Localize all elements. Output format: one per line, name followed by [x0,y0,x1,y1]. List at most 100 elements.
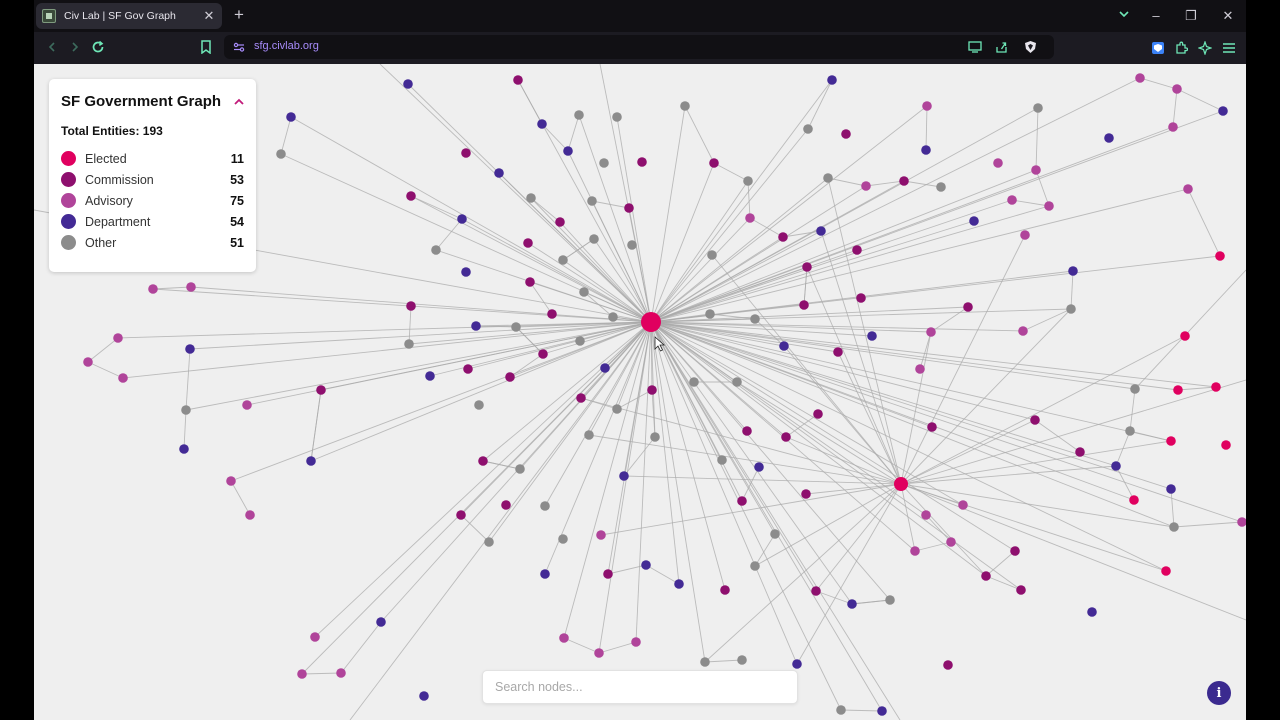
restore-button[interactable]: ❐ [1182,7,1200,25]
graph-node-elected[interactable] [1166,436,1176,446]
graph-node-commission[interactable] [811,586,821,596]
graph-node-other[interactable] [936,182,946,192]
graph-node-other[interactable] [484,537,494,547]
graph-node-commission[interactable] [406,191,416,201]
graph-node-department[interactable] [540,569,550,579]
graph-node-other[interactable] [1125,426,1135,436]
graph-node-department[interactable] [403,79,413,89]
graph-node-advisory[interactable] [1044,201,1054,211]
graph-node-department[interactable] [461,267,471,277]
graph-node-department[interactable] [619,471,629,481]
graph-node-advisory[interactable] [245,510,255,520]
graph-node-advisory[interactable] [1018,326,1028,336]
graph-node-advisory[interactable] [958,500,968,510]
graph-node-advisory[interactable] [993,158,1003,168]
graph-node-department[interactable] [425,371,435,381]
graph-node-other[interactable] [737,655,747,665]
graph-node-department[interactable] [179,444,189,454]
graph-node-advisory[interactable] [946,537,956,547]
graph-node-advisory[interactable] [1135,73,1145,83]
graph-node-other[interactable] [599,158,609,168]
graph-node-commission[interactable] [742,426,752,436]
graph-node-other[interactable] [474,400,484,410]
graph-node-other[interactable] [1033,103,1043,113]
extensions-icon[interactable] [1173,40,1189,56]
graph-node-other[interactable] [574,110,584,120]
graph-node-elected[interactable] [1180,331,1190,341]
graph-node-commission[interactable] [538,349,548,359]
graph-node-advisory[interactable] [922,101,932,111]
graph-node-commission[interactable] [943,660,953,670]
graph-node-commission[interactable] [406,301,416,311]
graph-node-elected[interactable] [1215,251,1225,261]
graph-node-department[interactable] [376,617,386,627]
graph-node-other[interactable] [743,176,753,186]
graph-node-department[interactable] [754,462,764,472]
graph-node-advisory[interactable] [559,633,569,643]
graph-node-elected[interactable] [894,477,908,491]
graph-node-advisory[interactable] [113,333,123,343]
graph-node-other[interactable] [276,149,286,159]
graph-node-other[interactable] [612,112,622,122]
graph-node-advisory[interactable] [83,357,93,367]
leo-ai-icon[interactable] [1197,40,1213,56]
graph-node-other[interactable] [575,336,585,346]
graph-node-commission[interactable] [525,277,535,287]
graph-node-advisory[interactable] [910,546,920,556]
graph-node-other[interactable] [558,534,568,544]
share-icon[interactable] [994,40,1008,54]
graph-node-advisory[interactable] [242,400,252,410]
graph-node-advisory[interactable] [861,181,871,191]
graph-node-other[interactable] [1130,384,1140,394]
graph-node-commission[interactable] [513,75,523,85]
graph-node-elected[interactable] [1221,440,1231,450]
graph-node-commission[interactable] [501,500,511,510]
graph-node-commission[interactable] [547,309,557,319]
graph-node-other[interactable] [689,377,699,387]
graph-node-commission[interactable] [981,571,991,581]
vpn-shield-icon[interactable] [1150,40,1166,56]
graph-node-advisory[interactable] [336,668,346,678]
tab-sf-gov-graph[interactable]: Civ Lab | SF Gov Graph ✕ [36,3,222,29]
graph-node-commission[interactable] [505,372,515,382]
graph-node-department[interactable] [419,691,429,701]
graph-node-commission[interactable] [963,302,973,312]
graph-node-department[interactable] [1111,461,1121,471]
graph-node-other[interactable] [705,309,715,319]
graph-node-other[interactable] [1169,522,1179,532]
graph-node-advisory[interactable] [921,510,931,520]
graph-node-department[interactable] [827,75,837,85]
graph-node-advisory[interactable] [915,364,925,374]
cast-icon[interactable] [968,40,982,54]
graph-node-commission[interactable] [1030,415,1040,425]
graph-node-commission[interactable] [637,157,647,167]
graph-node-other[interactable] [612,404,622,414]
graph-node-commission[interactable] [624,203,634,213]
graph-node-commission[interactable] [461,148,471,158]
graph-node-other[interactable] [707,250,717,260]
graph-node-other[interactable] [650,432,660,442]
graph-node-commission[interactable] [802,262,812,272]
graph-node-department[interactable] [792,659,802,669]
graph-node-other[interactable] [750,561,760,571]
graph-node-commission[interactable] [1075,447,1085,457]
graph-node-other[interactable] [803,124,813,134]
graph-node-commission[interactable] [720,585,730,595]
graph-node-other[interactable] [404,339,414,349]
graph-node-other[interactable] [579,287,589,297]
close-window-button[interactable]: ✕ [1219,7,1237,25]
graph-node-other[interactable] [770,529,780,539]
graph-node-advisory[interactable] [310,632,320,642]
graph-node-commission[interactable] [852,245,862,255]
graph-node-elected[interactable] [1211,382,1221,392]
graph-node-other[interactable] [885,595,895,605]
graph-node-commission[interactable] [456,510,466,520]
graph-node-other[interactable] [732,377,742,387]
graph-node-department[interactable] [877,706,887,716]
graph-node-commission[interactable] [927,422,937,432]
info-button[interactable]: i [1207,681,1231,705]
graph-node-other[interactable] [700,657,710,667]
graph-node-other[interactable] [823,173,833,183]
graph-node-advisory[interactable] [1168,122,1178,132]
graph-node-other[interactable] [584,430,594,440]
